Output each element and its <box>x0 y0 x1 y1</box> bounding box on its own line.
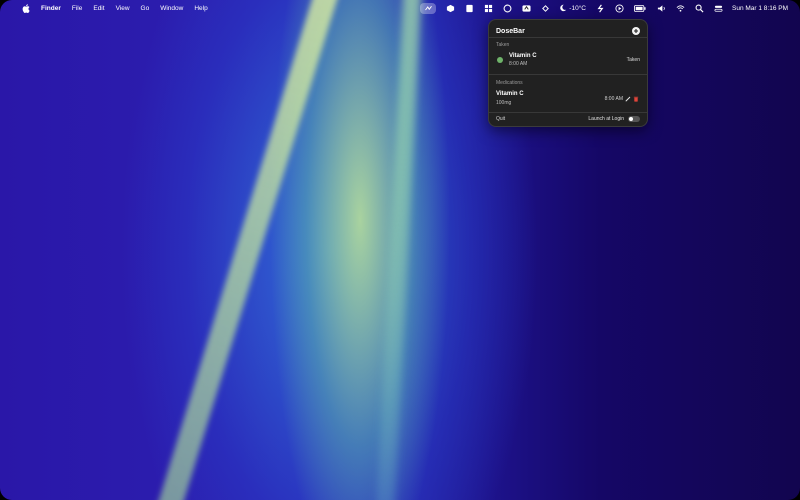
medication-time: 8:00 AM <box>604 96 623 102</box>
divider <box>489 37 647 38</box>
menu-file[interactable]: File <box>72 5 82 12</box>
taken-med-name: Vitamin C <box>509 53 537 59</box>
medications-section-label: Medications <box>496 80 523 86</box>
shazam-icon[interactable] <box>595 3 605 13</box>
wallpaper-streak <box>376 0 422 500</box>
launch-at-login-toggle[interactable] <box>628 116 640 122</box>
divider <box>489 74 647 75</box>
taken-section-label: Taken <box>496 42 510 48</box>
menu-help[interactable]: Help <box>194 5 207 12</box>
menu-edit[interactable]: Edit <box>93 5 104 12</box>
delete-trash-icon[interactable] <box>633 96 639 102</box>
apple-menu-icon[interactable] <box>22 3 30 13</box>
battery-icon[interactable] <box>633 3 647 13</box>
menu-window[interactable]: Window <box>160 5 183 12</box>
taken-status[interactable]: Taken <box>627 57 640 63</box>
popover-footer: Quit Launch at Login <box>496 114 640 124</box>
mic-icon[interactable] <box>540 3 550 13</box>
dosebar-status-icon[interactable] <box>420 2 437 14</box>
menu-clock[interactable]: Sun Mar 1 8:16 PM <box>732 5 788 12</box>
play-icon[interactable] <box>614 3 624 13</box>
control-center-icon[interactable] <box>713 3 723 13</box>
grid-icon[interactable] <box>483 3 493 13</box>
desktop <box>0 0 800 500</box>
medication-row: Vitamin C 100mg 8:00 AM <box>496 90 640 108</box>
wifi-icon[interactable] <box>675 3 685 13</box>
medication-name: Vitamin C <box>496 91 524 97</box>
moon-icon <box>560 4 567 12</box>
taken-check-icon <box>497 57 503 63</box>
menu-app-name[interactable]: Finder <box>41 5 61 12</box>
quit-button[interactable]: Quit <box>496 116 505 122</box>
launch-at-login-label: Launch at Login <box>588 116 624 122</box>
screen-icon[interactable] <box>521 3 531 13</box>
weather-widget[interactable]: -10°C <box>559 3 586 13</box>
popover-header: DoseBar <box>496 24 640 38</box>
volume-icon[interactable] <box>656 3 666 13</box>
wallpaper-streak <box>154 0 341 500</box>
taken-row: Vitamin C 8:00 AM Taken <box>496 52 640 70</box>
menu-view[interactable]: View <box>116 5 130 12</box>
toggle-knob <box>629 117 633 121</box>
divider <box>489 112 647 113</box>
dosebar-popover: DoseBar Taken Vitamin C 8:00 AM Taken Me… <box>488 19 648 127</box>
cube-icon[interactable] <box>445 3 455 13</box>
weather-temp: -10°C <box>569 4 586 12</box>
menu-bar: Finder File Edit View Go Window Help -10… <box>0 0 800 16</box>
taken-med-time: 8:00 AM <box>509 61 528 67</box>
document-icon[interactable] <box>464 3 474 13</box>
menu-go[interactable]: Go <box>141 5 150 12</box>
search-icon[interactable] <box>694 3 704 13</box>
popover-title: DoseBar <box>496 27 525 35</box>
edit-pencil-icon[interactable] <box>625 96 631 102</box>
launch-at-login: Launch at Login <box>588 116 640 122</box>
chat-icon[interactable] <box>502 3 512 13</box>
add-medication-button[interactable] <box>632 27 640 35</box>
plus-icon <box>634 29 638 33</box>
medication-dose: 100mg <box>496 100 512 106</box>
